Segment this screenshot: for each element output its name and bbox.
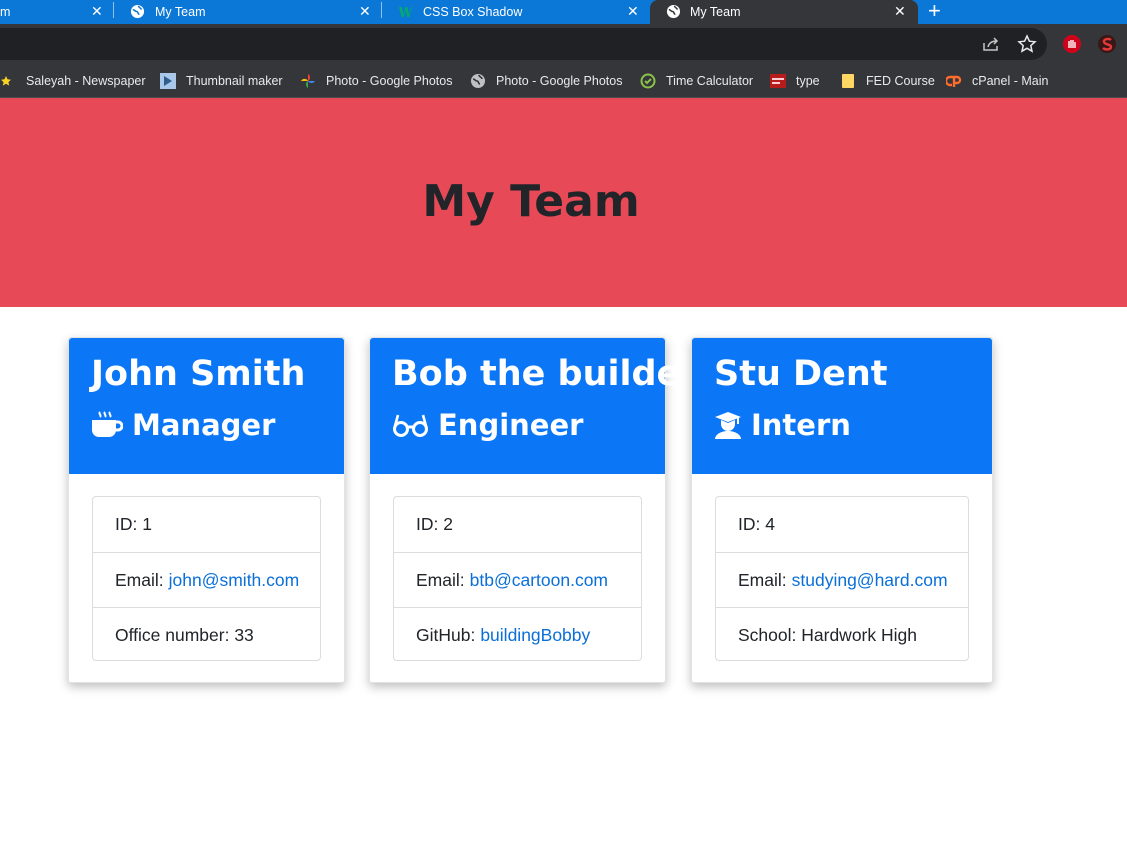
id-value: 2 (443, 514, 453, 534)
globe-icon (666, 4, 681, 19)
tab-title: CSS Box Shadow (423, 5, 523, 19)
star-icon (1, 76, 11, 86)
employee-github: GitHub: buildingBobby (394, 607, 641, 662)
github-label: GitHub: (416, 624, 476, 645)
tab-close-button[interactable]: ✕ (359, 4, 371, 19)
email-link[interactable]: btb@cartoon.com (470, 570, 608, 591)
page-title: My Team (422, 176, 640, 227)
github-link[interactable]: buildingBobby (480, 625, 590, 646)
tab-title: m (0, 5, 11, 19)
clock-check-icon (640, 73, 656, 89)
bookmark-cpanel-main[interactable]: cPanel - Main (946, 72, 1048, 90)
employee-role-label: Intern (751, 408, 851, 442)
employee-id: ID: 4 (716, 497, 968, 552)
office-number-label: Office number: (115, 624, 230, 645)
employee-details-list: ID: 4 Email: studying@hard.com School: Ha… (715, 496, 969, 661)
graduate-icon (715, 411, 741, 439)
card-header: Stu Dent Intern (692, 338, 992, 474)
bookmark-label: cPanel - Main (972, 74, 1049, 88)
bookmarks-bar: Saleyah - Newspaper Thumbnail maker Phot… (0, 64, 1127, 98)
office-number-value: 33 (234, 624, 254, 645)
bookmark-thumbnail-maker[interactable]: Thumbnail maker (160, 72, 283, 90)
employee-email: Email: studying@hard.com (716, 552, 968, 607)
bookmark-label: Saleyah - Newspaper (26, 74, 146, 88)
id-value: 4 (765, 514, 775, 534)
bookmark-label: type (796, 74, 820, 88)
employee-role: Manager (91, 408, 275, 442)
email-label: Email: (115, 569, 164, 590)
globe-icon (130, 4, 145, 19)
bookmark-google-photos-1[interactable]: Photo - Google Photos (300, 72, 452, 90)
employee-role-label: Engineer (438, 408, 584, 442)
school-label: School: (738, 624, 797, 645)
employee-name: Stu Dent (714, 354, 888, 394)
email-link[interactable]: studying@hard.com (792, 570, 948, 591)
bookmark-label: Photo - Google Photos (496, 74, 623, 88)
bookmark-saleyah-newspaper[interactable]: Saleyah - Newspaper (0, 72, 146, 90)
tab-title: My Team (155, 5, 206, 19)
bookmark-google-photos-2[interactable]: Photo - Google Photos (470, 72, 622, 90)
employee-id: ID: 1 (93, 497, 320, 552)
red-logo-icon (770, 74, 786, 88)
id-label: ID: (416, 514, 439, 534)
tab-strip: m ✕ My Team ✕ CSS Box Shadow ✕ My Team ✕… (0, 0, 1127, 24)
tab-title: My Team (690, 5, 741, 19)
extension-s-icon[interactable] (1097, 34, 1117, 54)
employee-role-label: Manager (132, 408, 276, 442)
email-label: Email: (738, 569, 787, 590)
mug-icon (92, 411, 123, 437)
tab-close-button[interactable]: ✕ (627, 4, 639, 19)
card-header: John Smith Manager (69, 338, 344, 474)
share-icon[interactable] (981, 34, 1001, 54)
bookmark-label: Thumbnail maker (186, 74, 283, 88)
play-icon (160, 73, 176, 89)
employee-role: Intern (714, 408, 851, 442)
employee-id: ID: 2 (394, 497, 641, 552)
employee-name: John Smith (91, 354, 306, 394)
tab-1[interactable]: m ✕ (0, 0, 113, 24)
browser-toolbar (0, 24, 1127, 64)
team-header: My Team (0, 98, 1127, 307)
id-value: 1 (142, 514, 152, 534)
bookmark-time-calculator[interactable]: Time Calculator (640, 72, 753, 90)
employee-email: Email: btb@cartoon.com (394, 552, 641, 607)
tab-close-button[interactable]: ✕ (91, 4, 103, 19)
new-tab-button[interactable]: + (928, 0, 941, 24)
tab-2[interactable]: My Team ✕ (114, 0, 381, 24)
id-label: ID: (738, 514, 761, 534)
employee-details-list: ID: 2 Email: btb@cartoon.com GitHub: build… (393, 496, 642, 661)
globe-icon (471, 74, 485, 88)
w3-logo-icon (398, 6, 413, 18)
bookmark-fed-course[interactable]: FED Course (840, 72, 935, 90)
page-content: My Team John Smith Manager ID: 1 Email: j… (0, 98, 1127, 856)
bookmark-type[interactable]: type (770, 72, 820, 90)
card-header: Bob the builder Engineer (370, 338, 698, 474)
glasses-icon (393, 414, 428, 437)
employee-school: School: Hardwork High (716, 607, 968, 662)
bookmark-label: Time Calculator (666, 74, 754, 88)
employee-name: Bob the builder (392, 354, 698, 394)
email-label: Email: (416, 569, 465, 590)
employee-details-list: ID: 1 Email: john@smith.com Office number… (92, 496, 321, 661)
employee-card-manager: John Smith Manager ID: 1 Email: john@smit… (68, 337, 345, 683)
pinwheel-icon (301, 74, 315, 88)
employee-office-number: Office number: 33 (93, 607, 320, 662)
tab-3[interactable]: CSS Box Shadow ✕ (382, 0, 650, 24)
employee-card-intern: Stu Dent Intern ID: 4 Email: studying@har… (691, 337, 993, 683)
folder-icon (842, 74, 854, 88)
school-value: Hardwork High (801, 624, 917, 645)
employee-card-engineer: Bob the builder Engineer ID: 2 Email: btb… (369, 337, 698, 683)
tab-close-button[interactable]: ✕ (894, 4, 906, 19)
bookmark-label: Photo - Google Photos (326, 74, 453, 88)
address-bar[interactable] (0, 28, 1047, 60)
employee-email: Email: john@smith.com (93, 552, 320, 607)
id-label: ID: (115, 514, 138, 534)
email-link[interactable]: john@smith.com (169, 570, 300, 591)
tab-4-active[interactable]: My Team ✕ (650, 0, 918, 24)
extension-shield-icon[interactable] (1062, 34, 1082, 54)
bookmark-label: FED Course (866, 74, 935, 88)
star-icon[interactable] (1017, 34, 1037, 54)
employee-role: Engineer (392, 408, 583, 442)
cpanel-icon (946, 75, 962, 87)
